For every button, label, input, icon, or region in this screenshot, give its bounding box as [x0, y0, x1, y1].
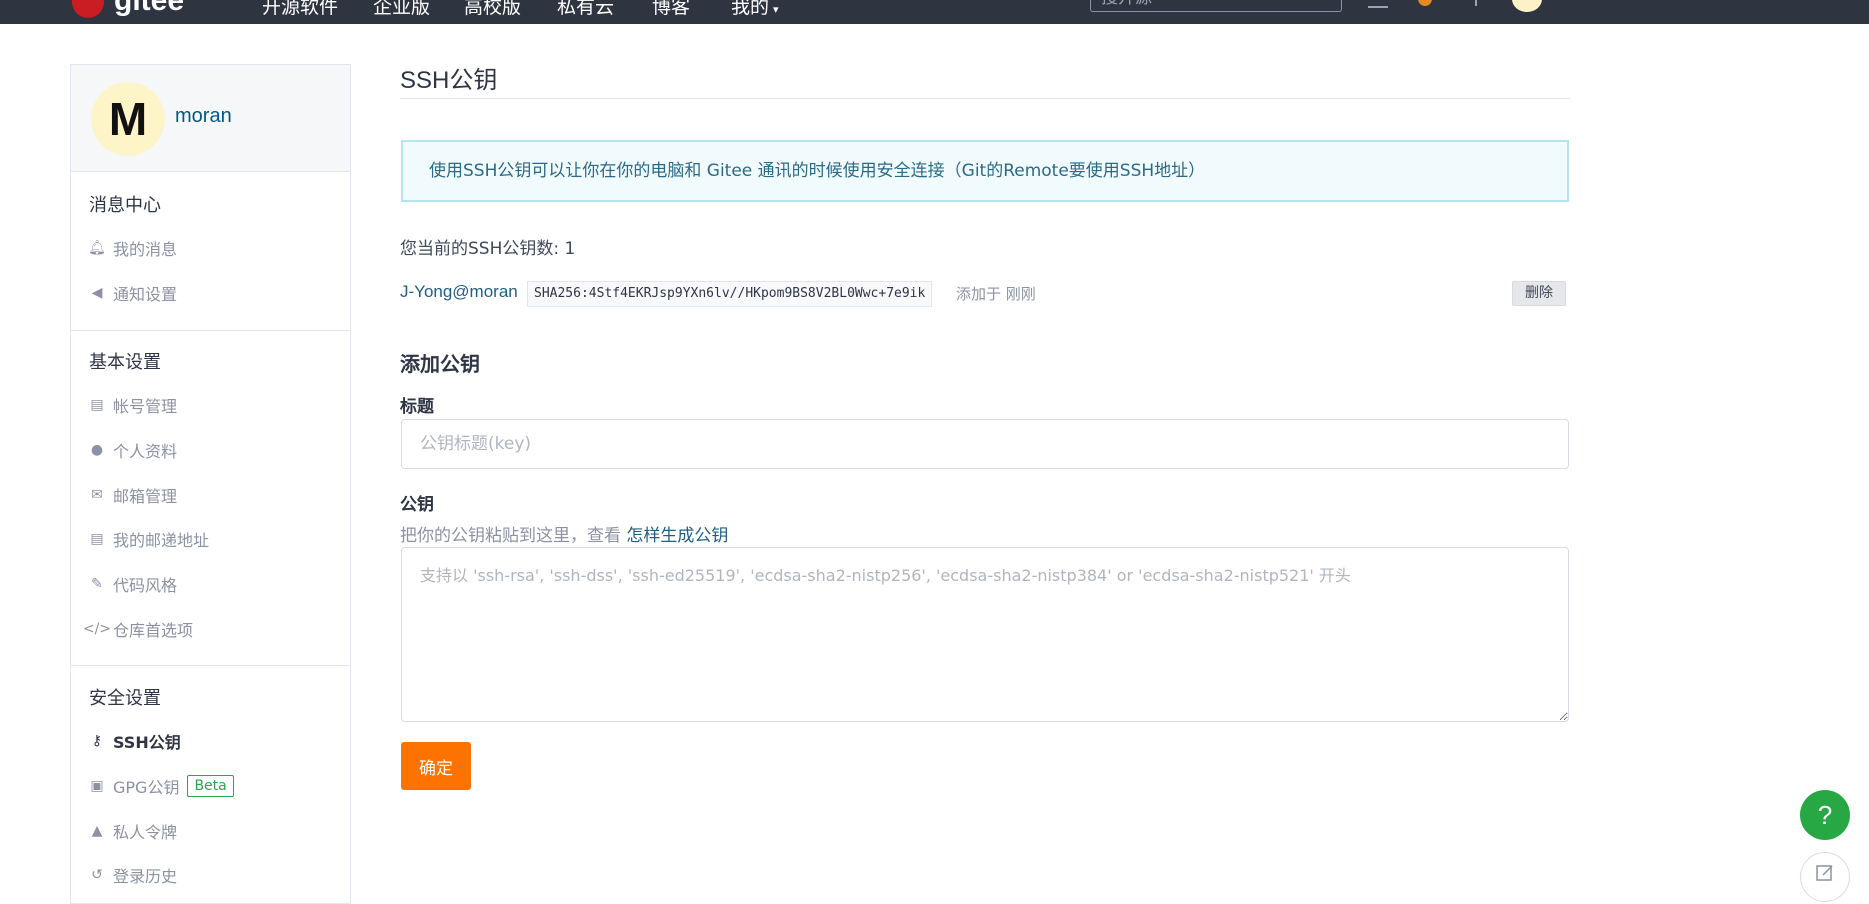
chevron-down-icon: ▾: [773, 3, 779, 16]
help-float-button[interactable]: ?: [1800, 790, 1850, 840]
title-label: 标题: [400, 397, 434, 417]
brush-icon: ✎: [91, 576, 103, 592]
key-fingerprint: SHA256:4Stf4EKRJsp9YXn6lv//HKpom9BS8V2BL…: [527, 281, 933, 307]
nav-blog[interactable]: 博客: [652, 0, 690, 19]
top-navbar: gitee 开源软件 企业版 高校版 私有云 博客 我的▾ 搜开源: [0, 0, 1869, 24]
settings-sidebar: M moran 消息中心 🔔︎ 我的消息 ◀︎ 通知设置 基本设置 ▤ 帐号管理 ● 个…: [70, 64, 351, 904]
user-avatar-menu[interactable]: [1512, 0, 1542, 12]
top-search-input[interactable]: 搜开源: [1090, 0, 1342, 12]
user-icon: ●: [90, 442, 104, 458]
sidebar-item-ssh-keys[interactable]: ⚷ SSH公钥: [89, 729, 181, 753]
group-title-basic: 基本设置: [89, 352, 161, 373]
sidebar-item-profile[interactable]: ● 个人资料: [89, 438, 177, 462]
address-card-icon: ▤: [90, 531, 104, 547]
sidebar-item-label: 仓库首选项: [113, 621, 194, 640]
key-title-link[interactable]: J-Yong@moran: [400, 282, 518, 302]
envelope-icon: ✉: [91, 487, 103, 503]
nav-mine[interactable]: 我的 ▾: [731, 0, 779, 19]
group-title-messages: 消息中心: [89, 195, 161, 216]
sidebar-item-account[interactable]: ▤ 帐号管理: [89, 393, 177, 417]
sidebar-item-code-style[interactable]: ✎ 代码风格: [89, 572, 177, 596]
sidebar-item-label: 通知设置: [113, 285, 178, 304]
add-key-heading: 添加公钥: [400, 352, 480, 376]
lightbulb-icon[interactable]: [1418, 0, 1432, 6]
sidebar-item-label: GPG公钥: [113, 778, 180, 797]
gitee-logo[interactable]: [72, 0, 104, 18]
profile-card: M moran: [71, 65, 350, 172]
username-link[interactable]: moran: [175, 105, 232, 128]
sidebar-item-gpg-keys[interactable]: ▣ GPG公钥 Beta: [89, 774, 234, 798]
delete-key-button[interactable]: 删除: [1512, 281, 1566, 306]
key-added-time: 添加于 刚刚: [956, 285, 1036, 303]
sidebar-divider: [71, 330, 350, 331]
sidebar-item-label: 我的邮递地址: [113, 531, 210, 550]
sidebar-item-tokens[interactable]: ▲ 私人令牌: [89, 819, 177, 843]
sidebar-item-label: 登录历史: [113, 867, 178, 886]
info-alert: 使用SSH公钥可以让你在你的电脑和 Gitee 通讯的时候使用安全连接（Git的…: [401, 140, 1569, 202]
key-help-prefix: 把你的公钥粘贴到这里，查看: [400, 526, 621, 546]
sidebar-item-label: SSH公钥: [113, 733, 181, 752]
edit-icon: [1816, 865, 1833, 881]
key-label: 公钥: [400, 495, 434, 515]
sidebar-item-label: 帐号管理: [113, 397, 178, 416]
lock-icon: ▣: [90, 778, 104, 794]
sidebar-item-email[interactable]: ✉ 邮箱管理: [89, 483, 177, 507]
logo-text[interactable]: gitee: [114, 0, 184, 18]
nav-private-cloud[interactable]: 私有云: [557, 0, 614, 19]
user-secret-icon: ▲: [91, 823, 103, 839]
group-title-security: 安全设置: [89, 688, 161, 709]
sidebar-item-repo-preferences[interactable]: </> 仓库首选项: [82, 617, 194, 641]
key-count: 您当前的SSH公钥数: 1: [400, 239, 576, 259]
sidebar-item-label: 我的消息: [113, 240, 178, 259]
nav-mine-label: 我的: [731, 0, 770, 18]
sidebar-item-my-messages[interactable]: 🔔︎ 我的消息: [88, 236, 178, 260]
key-icon: ⚷: [91, 733, 103, 749]
key-help-text: 把你的公钥粘贴到这里，查看 怎样生成公钥: [400, 521, 728, 546]
beta-badge: Beta: [187, 775, 234, 797]
code-icon: </>: [82, 621, 112, 637]
sidebar-item-label: 私人令牌: [113, 823, 178, 842]
title-divider: [400, 98, 1570, 99]
sidebar-item-label: 个人资料: [113, 442, 178, 461]
history-icon: ↺: [91, 867, 103, 883]
sidebar-divider: [71, 665, 350, 666]
id-card-icon: ▤: [90, 397, 104, 413]
avatar[interactable]: M: [91, 82, 165, 156]
sidebar-item-address[interactable]: ▤ 我的邮递地址: [89, 527, 209, 551]
public-key-textarea[interactable]: [401, 547, 1569, 722]
sidebar-item-label: 代码风格: [113, 576, 178, 595]
bell-icon: 🔔︎: [88, 240, 106, 256]
plus-icon[interactable]: [1475, 0, 1477, 6]
key-title-input[interactable]: [401, 419, 1569, 469]
sidebar-item-login-history[interactable]: ↺ 登录历史: [89, 863, 177, 887]
sidebar-item-label: 邮箱管理: [113, 487, 178, 506]
sidebar-item-notification-settings[interactable]: ◀︎ 通知设置: [89, 281, 177, 305]
how-to-generate-key-link[interactable]: 怎样生成公钥: [626, 526, 728, 546]
nav-enterprise[interactable]: 企业版: [373, 0, 430, 19]
feedback-float-button[interactable]: [1800, 852, 1850, 902]
nav-open-source[interactable]: 开源软件: [262, 0, 338, 19]
volume-icon: ◀︎: [91, 285, 103, 301]
nav-university[interactable]: 高校版: [464, 0, 521, 19]
confirm-button[interactable]: 确定: [401, 742, 471, 790]
page-title: SSH公钥: [400, 67, 498, 94]
notification-bell-icon[interactable]: [1368, 0, 1388, 8]
